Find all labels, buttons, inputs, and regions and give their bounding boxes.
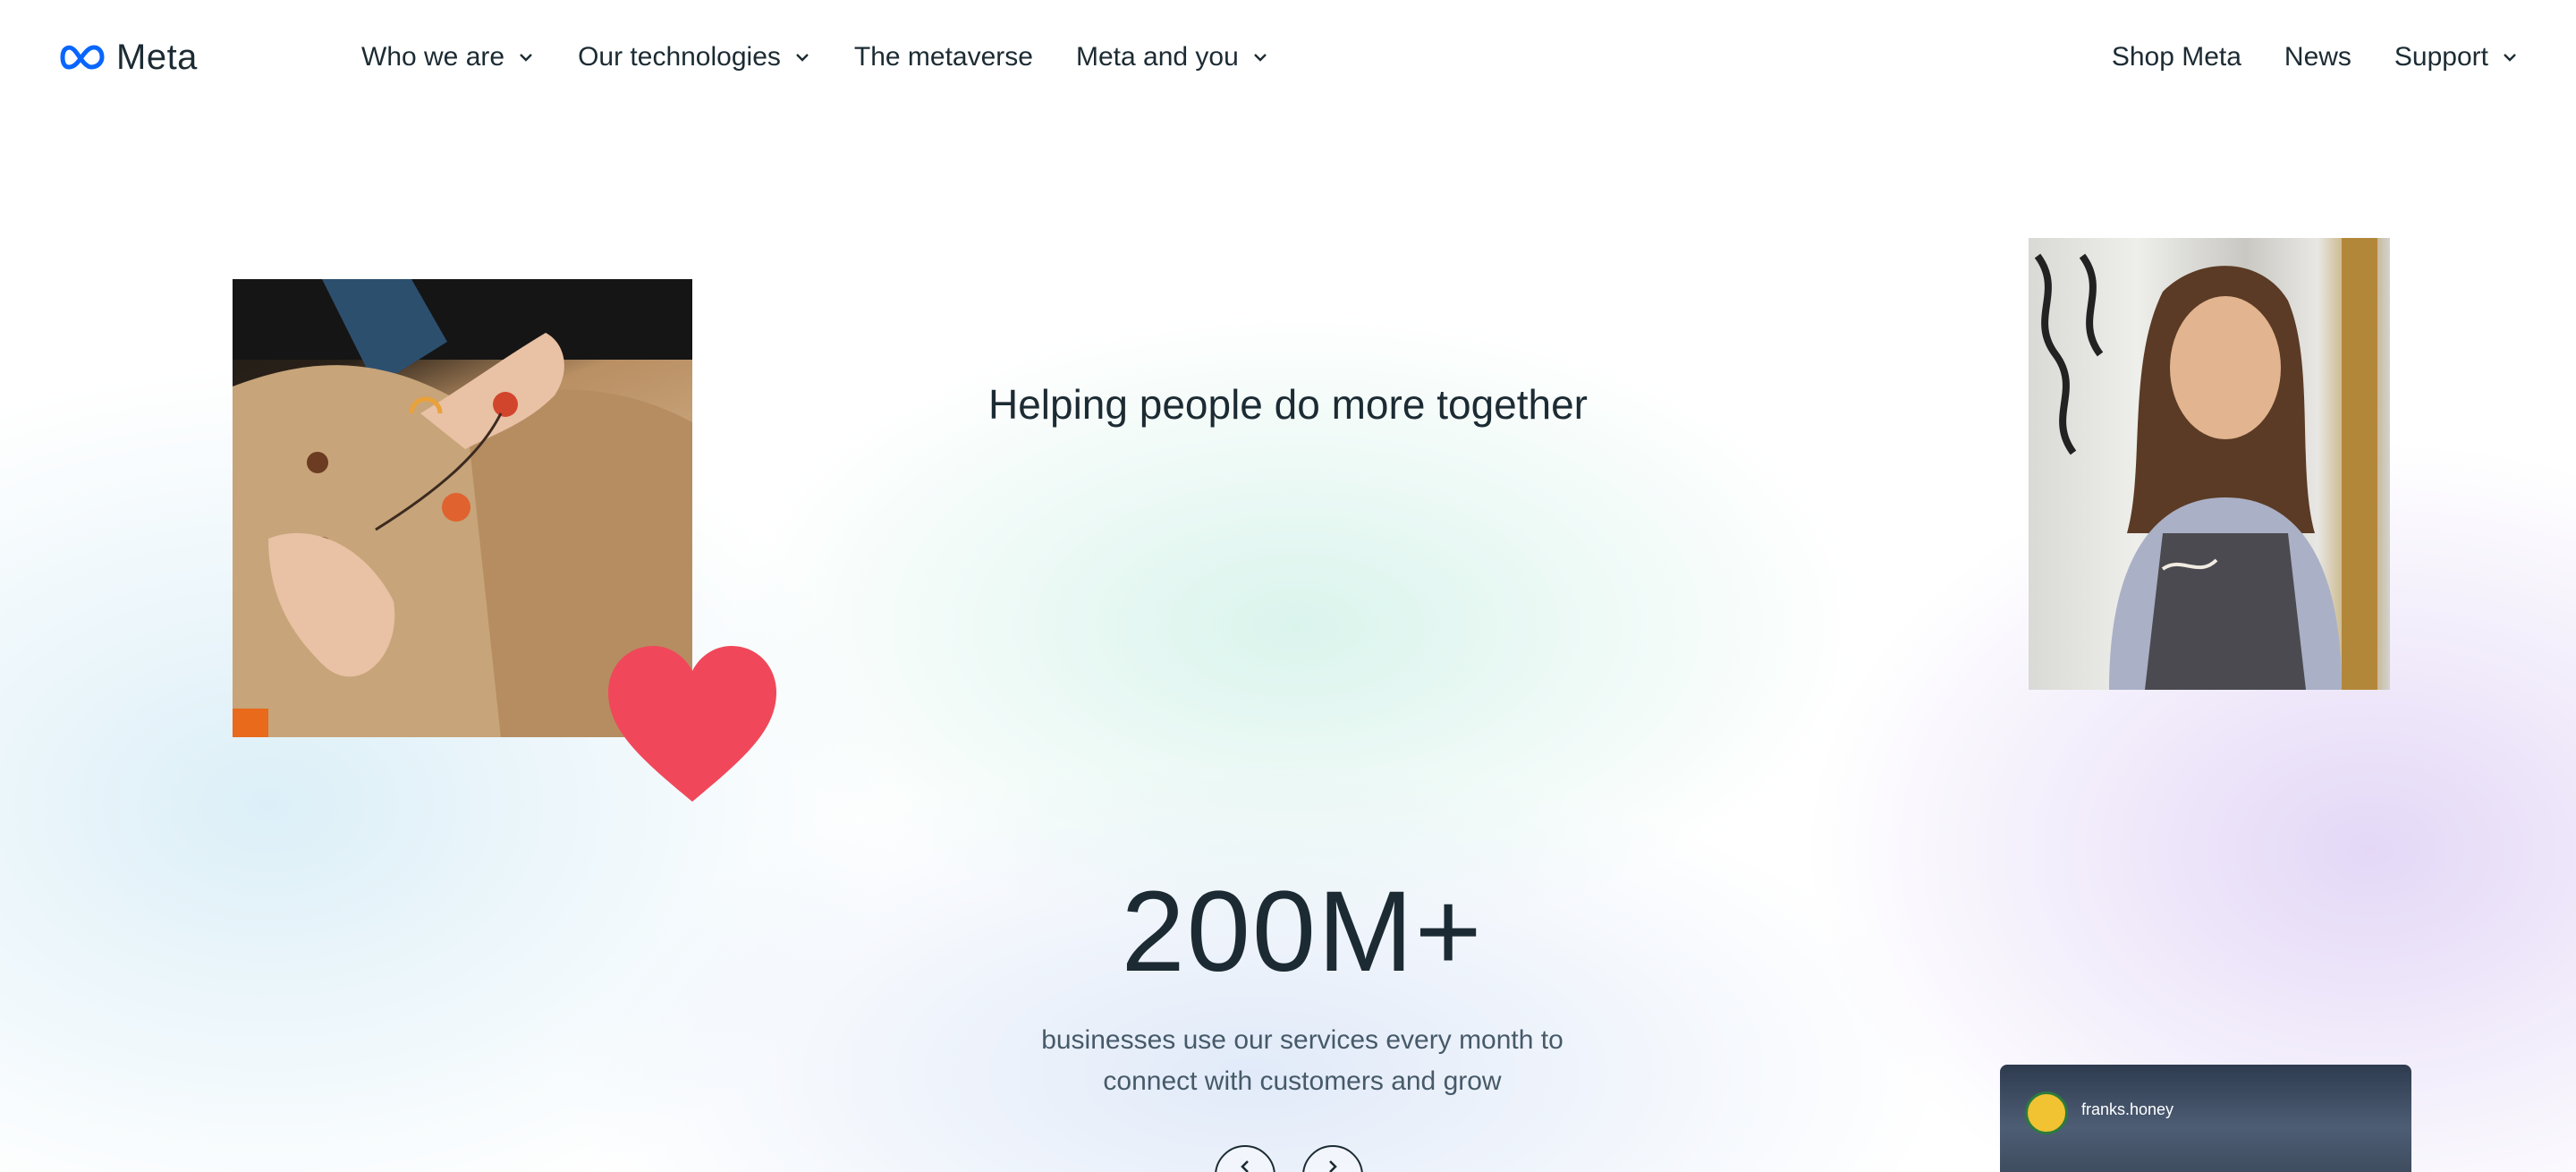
nav-label: Shop Meta [2111, 42, 2241, 72]
profile-avatar [2025, 1091, 2068, 1134]
nav-label: Our technologies [578, 42, 781, 72]
chevron-down-icon [2504, 54, 2516, 62]
stat-caption-line: businesses use our services every month … [1041, 1025, 1563, 1055]
nav-who-we-are[interactable]: Who we are [361, 42, 535, 72]
nav-support[interactable]: Support [2394, 42, 2519, 72]
heart-icon [608, 646, 776, 802]
meta-logo[interactable]: Meta [57, 38, 227, 78]
nav-news[interactable]: News [2284, 42, 2351, 72]
brand-name: Meta [116, 37, 198, 77]
chevron-left-icon [1241, 1160, 1249, 1172]
nav-label: Who we are [361, 42, 505, 72]
nav-label: News [2284, 42, 2351, 72]
hero-photo-shop-owner [2029, 238, 2390, 690]
stat-caption: businesses use our services every month … [966, 1020, 1639, 1102]
stat-caption-line: connect with customers and grow [1103, 1066, 1502, 1096]
nav-our-technologies[interactable]: Our technologies [578, 42, 811, 72]
top-navigation: Meta Who we are Our technologies The met… [0, 0, 2576, 115]
chevron-down-icon [796, 54, 809, 62]
nav-meta-and-you[interactable]: Meta and you [1076, 42, 1269, 72]
chevron-down-icon [1253, 54, 1267, 62]
profile-handle: franks.honey [2081, 1100, 2174, 1118]
nav-label: Meta and you [1075, 42, 1239, 72]
nav-the-metaverse[interactable]: The metaverse [854, 42, 1033, 72]
meta-infinity-logo-icon [60, 45, 105, 70]
nav-shop-meta[interactable]: Shop Meta [2112, 42, 2241, 72]
chevron-down-icon [520, 54, 532, 62]
chevron-right-icon [1329, 1160, 1337, 1172]
shop-owner-illustration [2034, 238, 2377, 690]
nav-label: The metaverse [853, 42, 1033, 72]
stat-value: 200M+ [1121, 868, 1484, 996]
nav-label: Support [2394, 42, 2488, 72]
hero-headline-text: Helping people do more together [987, 381, 1588, 428]
